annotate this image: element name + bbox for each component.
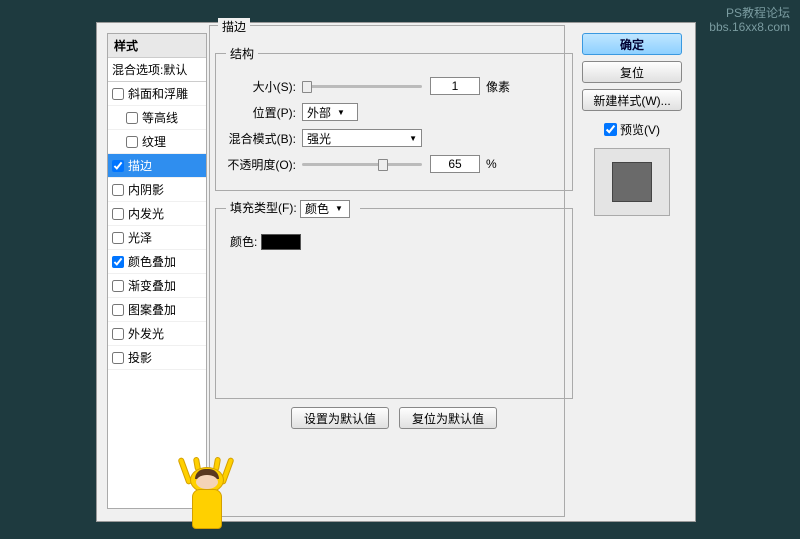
- size-slider-thumb[interactable]: [302, 81, 312, 93]
- style-checkbox[interactable]: [112, 280, 124, 292]
- color-swatch[interactable]: [261, 234, 301, 250]
- fill-legend: 填充类型(F): 颜色 ▼: [226, 199, 360, 218]
- sidebar-item-1[interactable]: 等高线: [108, 106, 206, 130]
- blending-options-item[interactable]: 混合选项:默认: [108, 58, 206, 82]
- sidebar-item-label: 图案叠加: [128, 301, 176, 318]
- opacity-label: 不透明度(O):: [226, 156, 296, 173]
- style-checkbox[interactable]: [112, 352, 124, 364]
- size-unit: 像素: [486, 78, 510, 95]
- default-buttons-row: 设置为默认值 复位为默认值: [215, 407, 573, 429]
- style-checkbox[interactable]: [126, 112, 138, 124]
- watermark: PS教程论坛 bbs.16xx8.com: [709, 6, 790, 34]
- sidebar-item-label: 投影: [128, 349, 152, 366]
- fill-type-value: 颜色: [305, 200, 329, 217]
- sidebar-item-label: 等高线: [142, 109, 178, 126]
- ok-button[interactable]: 确定: [582, 33, 682, 55]
- preview-swatch: [612, 162, 652, 202]
- size-input[interactable]: 1: [430, 77, 480, 95]
- sidebar-item-label: 内阴影: [128, 181, 164, 198]
- sidebar-item-4[interactable]: 内阴影: [108, 178, 206, 202]
- sidebar-item-label: 内发光: [128, 205, 164, 222]
- sidebar-item-label: 纹理: [142, 133, 166, 150]
- blend-mode-row: 混合模式(B): 强光 ▼: [226, 128, 562, 148]
- style-checkbox[interactable]: [112, 160, 124, 172]
- layer-style-dialog: 描边 样式 混合选项:默认 斜面和浮雕等高线纹理描边内阴影内发光光泽颜色叠加渐变…: [96, 22, 696, 522]
- sidebar-item-9[interactable]: 图案叠加: [108, 298, 206, 322]
- sidebar-item-11[interactable]: 投影: [108, 346, 206, 370]
- position-dropdown[interactable]: 外部 ▼: [302, 103, 358, 121]
- main-panel: 结构 大小(S): 1 像素 位置(P): 外部 ▼ 混合模式(B): 强光 ▼: [215, 33, 573, 509]
- sidebar-item-label: 颜色叠加: [128, 253, 176, 270]
- style-checkbox[interactable]: [126, 136, 138, 148]
- sidebar-item-label: 描边: [128, 157, 152, 174]
- style-checkbox[interactable]: [112, 208, 124, 220]
- chevron-down-icon: ▼: [337, 108, 345, 117]
- reset-default-button[interactable]: 复位为默认值: [399, 407, 497, 429]
- color-row: 颜色:: [226, 232, 562, 252]
- styles-sidebar: 样式 混合选项:默认 斜面和浮雕等高线纹理描边内阴影内发光光泽颜色叠加渐变叠加图…: [107, 33, 207, 509]
- cancel-button[interactable]: 复位: [582, 61, 682, 83]
- opacity-row: 不透明度(O): 65 %: [226, 154, 562, 174]
- sidebar-item-6[interactable]: 光泽: [108, 226, 206, 250]
- position-row: 位置(P): 外部 ▼: [226, 102, 562, 122]
- opacity-input[interactable]: 65: [430, 155, 480, 173]
- right-column: 确定 复位 新建样式(W)... 预览(V): [573, 33, 681, 509]
- new-style-button[interactable]: 新建样式(W)...: [582, 89, 682, 111]
- watermark-line1: PS教程论坛: [709, 6, 790, 20]
- preview-checkbox-row[interactable]: 预览(V): [604, 121, 660, 138]
- fill-fieldset: 填充类型(F): 颜色 ▼ 颜色:: [215, 199, 573, 399]
- opacity-slider[interactable]: [302, 157, 422, 171]
- sidebar-item-8[interactable]: 渐变叠加: [108, 274, 206, 298]
- preview-label: 预览(V): [620, 121, 660, 138]
- opacity-unit: %: [486, 157, 497, 171]
- blend-mode-label: 混合模式(B):: [226, 130, 296, 147]
- sidebar-header: 样式: [108, 34, 206, 58]
- sidebar-item-label: 外发光: [128, 325, 164, 342]
- position-label: 位置(P):: [226, 104, 296, 121]
- style-checkbox[interactable]: [112, 232, 124, 244]
- cartoon-mascot: [182, 449, 232, 529]
- sidebar-item-label: 渐变叠加: [128, 277, 176, 294]
- chevron-down-icon: ▼: [335, 204, 343, 213]
- sidebar-item-3[interactable]: 描边: [108, 154, 206, 178]
- structure-fieldset: 结构 大小(S): 1 像素 位置(P): 外部 ▼ 混合模式(B): 强光 ▼: [215, 45, 573, 191]
- watermark-line2: bbs.16xx8.com: [709, 20, 790, 34]
- sidebar-item-2[interactable]: 纹理: [108, 130, 206, 154]
- sidebar-item-10[interactable]: 外发光: [108, 322, 206, 346]
- sidebar-item-0[interactable]: 斜面和浮雕: [108, 82, 206, 106]
- style-checkbox[interactable]: [112, 304, 124, 316]
- style-checkbox[interactable]: [112, 88, 124, 100]
- sidebar-item-label: 光泽: [128, 229, 152, 246]
- preview-box: [594, 148, 670, 216]
- opacity-slider-thumb[interactable]: [378, 159, 388, 171]
- style-checkbox[interactable]: [112, 256, 124, 268]
- size-slider[interactable]: [302, 79, 422, 93]
- blend-mode-value: 强光: [307, 130, 331, 147]
- blend-mode-dropdown[interactable]: 强光 ▼: [302, 129, 422, 147]
- sidebar-item-5[interactable]: 内发光: [108, 202, 206, 226]
- size-label: 大小(S):: [226, 78, 296, 95]
- position-value: 外部: [307, 104, 331, 121]
- sidebar-item-7[interactable]: 颜色叠加: [108, 250, 206, 274]
- style-checkbox[interactable]: [112, 328, 124, 340]
- fill-type-label: 填充类型(F):: [230, 201, 297, 215]
- style-checkbox[interactable]: [112, 184, 124, 196]
- structure-legend: 结构: [226, 45, 258, 62]
- size-row: 大小(S): 1 像素: [226, 76, 562, 96]
- preview-checkbox[interactable]: [604, 123, 617, 136]
- sidebar-item-label: 斜面和浮雕: [128, 85, 188, 102]
- fill-type-dropdown[interactable]: 颜色 ▼: [300, 200, 350, 218]
- chevron-down-icon: ▼: [409, 134, 417, 143]
- make-default-button[interactable]: 设置为默认值: [291, 407, 389, 429]
- color-label: 颜色:: [230, 233, 257, 250]
